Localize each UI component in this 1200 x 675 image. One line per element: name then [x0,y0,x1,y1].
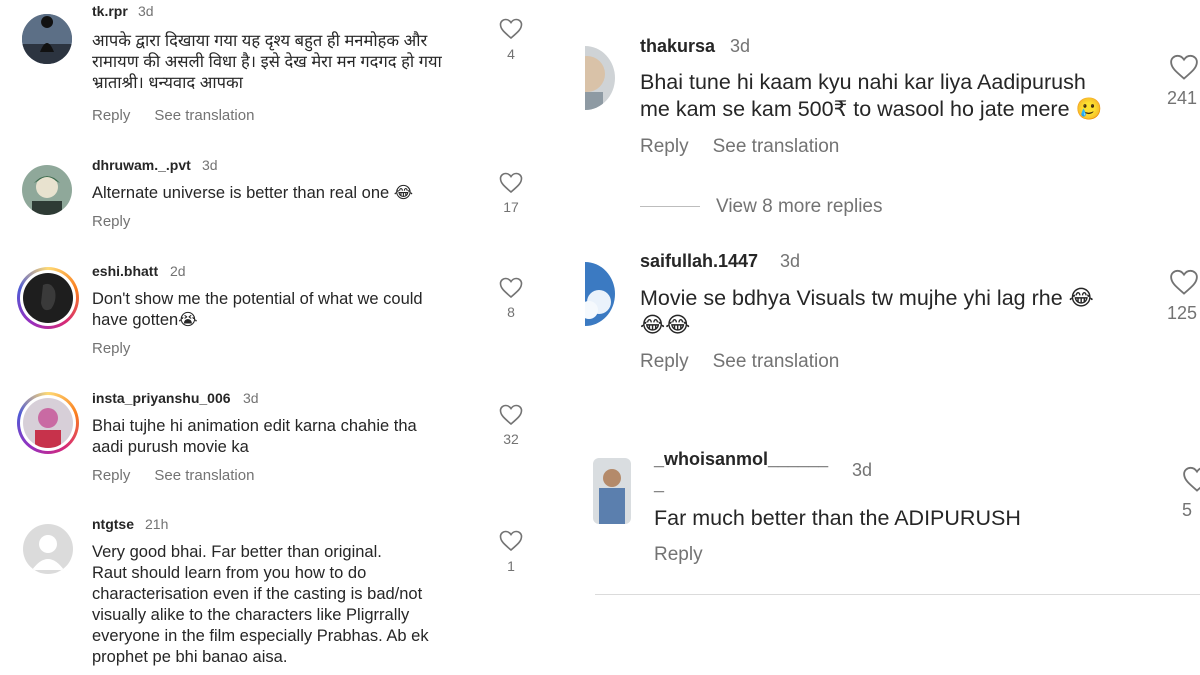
like-count: 4 [507,46,515,62]
comment-text: Movie se bdhya Visuals tw mujhe yhi lag … [640,286,1094,337]
reply-button[interactable]: Reply [92,467,130,484]
reply-button[interactable]: Reply [654,544,703,565]
comment: tk.rpr 3d आपके द्वारा दिखाया गया यह दृश्… [0,0,560,135]
comment-actions: Reply See translation [640,136,863,158]
heart-outline-icon [499,277,523,299]
reply-button[interactable]: Reply [92,107,130,124]
see-translation-button[interactable]: See translation [713,351,840,372]
avatar[interactable] [23,524,73,574]
reply-button[interactable]: Reply [92,213,130,230]
like-button[interactable]: 1 [496,530,526,574]
like-button[interactable]: 32 [496,404,526,447]
heart-outline-icon [1183,466,1200,492]
like-button[interactable]: 8 [496,277,526,320]
comment: thakursa 3d Bhai tune hi kaam kyu nahi k… [585,0,1200,180]
see-translation-button[interactable]: See translation [713,136,840,157]
comment: insta_priyanshu_006 3d Bhai tujhe hi ani… [0,382,560,492]
comment-time: 3d [202,157,218,173]
comment-text: Bhai tune hi kaam kyu nahi kar liya Aadi… [640,70,1103,121]
comment: _whoisanmol______ _ 3d Far much better t… [585,440,1200,590]
like-count: 241 [1167,88,1198,108]
comment-actions: Reply [92,340,154,357]
like-button[interactable]: 125 [1167,269,1200,324]
comment-time: 3d [780,251,801,271]
comment-username[interactable]: tk.rpr [92,3,128,19]
avatar[interactable] [593,458,631,524]
comment-username[interactable]: dhruwam._.pvt [92,157,191,173]
comment-username[interactable]: saifullah.1447 [640,251,758,272]
heart-outline-icon [499,404,523,426]
like-button[interactable]: 4 [496,18,526,62]
comments-panel-left: tk.rpr 3d आपके द्वारा दिखाया गया यह दृश्… [0,0,560,675]
avatar[interactable] [22,14,72,64]
like-count: 32 [503,431,519,447]
avatar[interactable] [23,273,73,323]
like-count: 125 [1167,303,1198,323]
see-translation-button[interactable]: See translation [154,107,254,124]
comment-text: Don't show me the potential of what we c… [92,290,423,329]
comment: saifullah.1447 3d Movie se bdhya Visuals… [585,240,1200,390]
comment-actions: Reply [654,544,727,566]
see-translation-button[interactable]: See translation [154,467,254,484]
comment-time: 21h [145,516,169,532]
reply-button[interactable]: Reply [92,340,130,357]
heart-outline-icon [1170,269,1198,295]
reply-button[interactable]: Reply [640,136,689,157]
comment-time: 2d [170,263,186,279]
heart-outline-icon [1170,54,1198,80]
avatar[interactable] [585,262,615,326]
heart-outline-icon [499,530,523,552]
comment-actions: Reply See translation [640,351,863,373]
comment-time: 3d [852,460,873,480]
like-button[interactable]: 241 [1167,54,1200,109]
comment-text: Alternate universe is better than real o… [92,184,414,202]
view-more-replies-button[interactable]: View 8 more replies [640,196,883,218]
like-button[interactable]: 17 [496,172,526,215]
comment-actions: Reply See translation [92,107,278,124]
avatar[interactable] [23,398,73,448]
avatar[interactable] [585,46,615,110]
comment: ntgtse 21h Very good bhai. Far better th… [0,510,560,675]
comment-actions: Reply See translation [92,467,278,484]
like-count: 1 [507,558,515,574]
comment-username[interactable]: _whoisanmol______ [654,449,828,470]
comment-username[interactable]: eshi.bhatt [92,263,158,279]
like-button[interactable]: 5 [1182,466,1200,521]
comment-time: 3d [243,390,259,406]
comment: eshi.bhatt 2d Don't show me the potentia… [0,255,560,365]
comment-text: Very good bhai. Far better than original… [92,543,429,666]
comment-username-wrap: _ [654,474,665,494]
comment-actions: Reply [92,213,154,230]
comment-text: Bhai tujhe hi animation edit karna chahi… [92,417,417,456]
like-count: 8 [507,304,515,320]
heart-outline-icon [499,18,523,40]
avatar[interactable] [22,165,72,215]
comments-panel-right: thakursa 3d Bhai tune hi kaam kyu nahi k… [585,0,1200,675]
divider [595,594,1200,595]
comment-username[interactable]: insta_priyanshu_006 [92,390,231,406]
comment-time: 3d [138,3,154,19]
comment-username[interactable]: ntgtse [92,516,134,532]
comment-text: Far much better than the ADIPURUSH [654,506,1021,530]
comment-username[interactable]: thakursa [640,36,715,57]
comment-text: आपके द्वारा दिखाया गया यह दृश्य बहुत ही … [92,32,442,92]
comment: dhruwam._.pvt 3d Alternate universe is b… [0,150,560,250]
reply-button[interactable]: Reply [640,351,689,372]
heart-outline-icon [499,172,523,194]
like-count: 17 [503,199,519,215]
comment-time: 3d [730,36,751,56]
like-count: 5 [1182,500,1193,520]
